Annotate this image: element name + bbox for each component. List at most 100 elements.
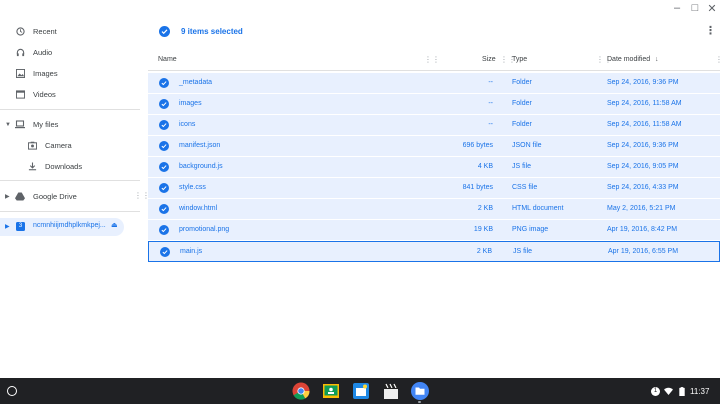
- sidebar-item-google-drive[interactable]: ▶ Google Drive: [0, 186, 140, 207]
- column-header-size[interactable]: Size: [482, 56, 496, 63]
- row-checkbox[interactable]: [159, 99, 169, 109]
- chrome-icon[interactable]: [292, 382, 310, 400]
- status-tray[interactable]: 1 11:37: [651, 384, 715, 398]
- file-name: _metadata: [179, 79, 213, 86]
- file-name: icons: [179, 121, 196, 128]
- row-checkbox[interactable]: [160, 247, 170, 257]
- table-row[interactable]: window.html 2 KB HTML document May 2, 2016,…: [148, 199, 720, 220]
- sidebar-item-images[interactable]: Images: [0, 63, 140, 84]
- caret-right-icon[interactable]: ▶: [5, 223, 10, 230]
- file-size: --: [488, 79, 493, 86]
- battery-icon: [677, 386, 686, 396]
- select-all-checkbox[interactable]: [159, 26, 170, 37]
- file-size: 2 KB: [476, 248, 492, 255]
- google-drive-icon: [15, 192, 25, 202]
- download-icon: [27, 162, 37, 172]
- sidebar-item-label: Google Drive: [33, 192, 77, 201]
- column-resize-handle[interactable]: ⋮⋮: [424, 55, 440, 64]
- film-icon: [15, 90, 25, 100]
- file-type: Folder: [512, 100, 532, 107]
- column-header-name[interactable]: Name: [158, 56, 177, 63]
- sidebar-item-label: Camera: [45, 141, 72, 150]
- row-checkbox[interactable]: [159, 120, 169, 130]
- laptop-icon: [15, 120, 25, 130]
- file-size: --: [488, 100, 493, 107]
- file-size: 4 KB: [477, 163, 493, 170]
- file-name: manifest.json: [179, 142, 221, 149]
- eject-icon[interactable]: ⏏: [111, 221, 118, 229]
- caret-down-icon[interactable]: ▼: [5, 122, 11, 128]
- sidebar-item-label: Downloads: [45, 162, 83, 171]
- maximize-icon[interactable]: □: [688, 2, 702, 14]
- minimize-icon[interactable]: –: [670, 2, 684, 14]
- table-row[interactable]: images -- Folder Sep 24, 2016, 11:58 AM: [148, 94, 720, 115]
- table-row[interactable]: icons -- Folder Sep 24, 2016, 11:58 AM: [148, 115, 720, 136]
- column-header-date[interactable]: Date modified: [607, 56, 650, 63]
- file-name: main.js: [180, 248, 203, 255]
- table-row[interactable]: background.js 4 KB JS file Sep 24, 2016, 9:…: [148, 157, 720, 178]
- sort-arrow-down-icon[interactable]: ↓: [655, 56, 659, 63]
- table-row[interactable]: manifest.json 696 bytes JSON file Sep 24, 2…: [148, 136, 720, 157]
- file-size: 19 KB: [473, 226, 493, 233]
- file-type: Folder: [512, 121, 532, 128]
- file-date: May 2, 2016, 5:21 PM: [607, 205, 676, 212]
- sidebar: Recent Audio Images Videos ▼ My files Ca…: [0, 18, 150, 378]
- sidebar-item-audio[interactable]: Audio: [0, 42, 140, 63]
- row-checkbox[interactable]: [159, 78, 169, 88]
- row-checkbox[interactable]: [159, 141, 169, 151]
- files-app-window: – □ ✕ Recent Audio Images Videos ▼ My fi…: [0, 0, 720, 378]
- close-icon[interactable]: ✕: [705, 2, 719, 15]
- file-date: Sep 24, 2016, 9:36 PM: [607, 142, 679, 149]
- file-date: Sep 24, 2016, 11:58 AM: [607, 100, 682, 107]
- caret-right-icon[interactable]: ▶: [5, 193, 10, 200]
- classroom-icon[interactable]: [322, 382, 340, 400]
- table-row[interactable]: _metadata -- Folder Sep 24, 2016, 9:36 PM: [148, 73, 720, 94]
- wifi-icon: [664, 387, 673, 396]
- file-name: promotional.png: [179, 226, 230, 233]
- row-checkbox[interactable]: [159, 162, 169, 172]
- files-app-icon[interactable]: [411, 382, 429, 400]
- sidebar-item-label: ncmnhiijmdhplkmkpej...: [33, 222, 106, 229]
- column-header-type[interactable]: Type: [512, 56, 527, 63]
- sidebar-item-my-files[interactable]: ▼ My files: [0, 114, 140, 135]
- usb-drive-icon: 3: [16, 222, 25, 231]
- file-date: Apr 19, 2016, 8:42 PM: [607, 226, 678, 233]
- file-name: background.js: [179, 163, 223, 170]
- row-checkbox[interactable]: [159, 225, 169, 235]
- file-size: 841 bytes: [462, 184, 493, 191]
- screencast-icon[interactable]: [352, 382, 370, 400]
- sidebar-divider: [0, 109, 140, 110]
- selection-count: 9 items selected: [181, 27, 243, 36]
- file-name: images: [179, 100, 202, 107]
- sidebar-item-usb-device[interactable]: ▶ 3 ncmnhiijmdhplkmkpej... ⏏: [0, 218, 124, 236]
- table-row[interactable]: promotional.png 19 KB PNG image Apr 19, 201…: [148, 220, 720, 241]
- file-size: 696 bytes: [462, 142, 493, 149]
- sidebar-item-downloads[interactable]: Downloads: [0, 156, 140, 177]
- table-row[interactable]: main.js 2 KB JS file Apr 19, 2016, 6:55 PM: [148, 241, 720, 262]
- row-checkbox[interactable]: [159, 204, 169, 214]
- notification-icon[interactable]: 1: [651, 386, 660, 396]
- video-editor-icon[interactable]: [382, 382, 400, 400]
- row-checkbox[interactable]: [159, 183, 169, 193]
- file-type: CSS file: [512, 184, 538, 191]
- sidebar-item-label: My files: [33, 120, 59, 129]
- camera-folder-icon: [27, 141, 37, 151]
- running-indicator: [418, 401, 421, 403]
- column-resize-handle[interactable]: ⋮: [715, 55, 720, 64]
- file-type: JS file: [513, 248, 533, 255]
- sidebar-item-camera[interactable]: Camera: [0, 135, 140, 156]
- header-divider: [148, 70, 720, 71]
- table-row[interactable]: style.css 841 bytes CSS file Sep 24, 2016, …: [148, 178, 720, 199]
- launcher-icon[interactable]: [7, 386, 17, 396]
- headphones-icon: [15, 48, 25, 58]
- file-size: 2 KB: [477, 205, 493, 212]
- sidebar-item-recent[interactable]: Recent: [0, 21, 140, 42]
- file-date: Sep 24, 2016, 9:05 PM: [607, 163, 679, 170]
- file-date: Apr 19, 2016, 6:55 PM: [608, 248, 679, 255]
- file-date: Sep 24, 2016, 9:36 PM: [607, 79, 679, 86]
- more-options-icon[interactable]: ⋮: [705, 24, 716, 37]
- file-date: Sep 24, 2016, 11:58 AM: [607, 121, 682, 128]
- sidebar-divider: [0, 180, 140, 181]
- sidebar-item-label: Audio: [33, 48, 53, 57]
- sidebar-item-videos[interactable]: Videos: [0, 84, 140, 105]
